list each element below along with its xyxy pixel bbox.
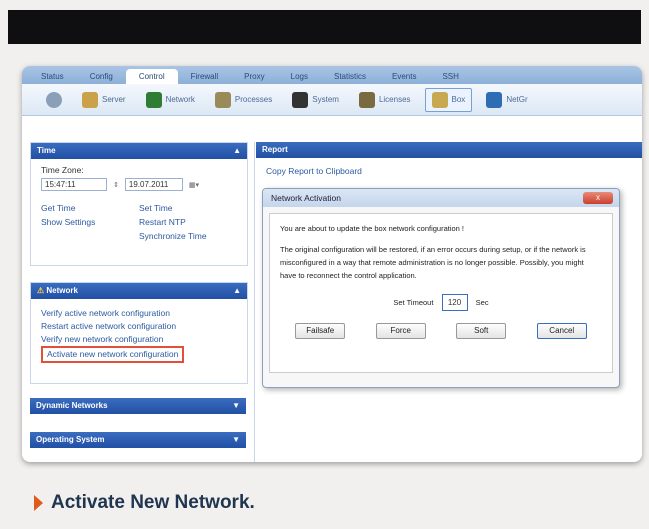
box-icon [431,91,448,108]
time-panel-header[interactable]: Time ▲ [31,143,247,159]
tab-control[interactable]: Control [125,69,178,84]
operating-system-header[interactable]: Operating System ▼ [30,432,246,448]
network-panel-header[interactable]: ⚠ Network ▲ [31,283,247,299]
show-settings-link[interactable]: Show Settings [41,217,139,227]
verify-active-network-link[interactable]: Verify active network configuration [41,307,237,320]
restart-active-network-link[interactable]: Restart active network configuration [41,320,237,333]
soft-button[interactable]: Soft [456,323,507,339]
set-time-link[interactable]: Set Time [139,203,237,213]
toolbar-server[interactable]: Server [76,89,132,111]
dialog-title: Network Activation [271,193,341,203]
nav-arrows-icon[interactable] [40,89,68,111]
copy-report-link[interactable]: Copy Report to Clipboard [266,166,362,176]
tab-events[interactable]: Events [379,69,429,84]
timeout-label: Set Timeout [393,298,434,307]
processes-icon [214,91,231,108]
time-spinner-icon[interactable]: ⇕ [113,181,119,189]
time-panel: Time ▲ Time Zone: 15:47:11 ⇕ 19.07.2011 ▦… [30,142,248,266]
expand-icon[interactable]: ▼ [232,432,240,448]
toolbar-processes[interactable]: Processes [209,89,278,111]
caption-arrow-icon [34,495,43,511]
synchronize-time-link[interactable]: Synchronize Time [139,231,237,241]
tab-status[interactable]: Status [28,69,77,84]
divider [254,142,255,462]
dialog-title-bar: Network Activation x [263,189,619,207]
top-black-bar [8,10,641,44]
licenses-icon [358,91,375,108]
tab-logs[interactable]: Logs [278,69,321,84]
toolbar-box[interactable]: Box [424,87,473,112]
tab-config[interactable]: Config [77,69,126,84]
dynamic-networks-header[interactable]: Dynamic Networks ▼ [30,398,246,414]
tab-statistics[interactable]: Statistics [321,69,379,84]
expand-icon[interactable]: ▼ [232,398,240,414]
caption: Activate New Network. [34,492,255,514]
toolbar: Server Network Processes System Licenses… [22,84,642,116]
timezone-label: Time Zone: [41,165,84,175]
cancel-button[interactable]: Cancel [536,323,587,339]
time-input[interactable]: 15:47:11 [41,178,107,191]
network-icon [145,91,162,108]
timeout-unit: Sec [475,298,489,307]
dialog-message-1: You are about to update the box network … [280,224,465,233]
toolbar-licenses[interactable]: Licenses [353,89,417,111]
caption-text: Activate New Network. [51,492,255,513]
network-activation-dialog: Network Activation x You are about to up… [262,188,620,388]
toolbar-system[interactable]: System [286,89,345,111]
dialog-message-2: The original configuration will be resto… [280,245,586,280]
force-button[interactable]: Force [375,323,426,339]
system-icon [292,91,309,108]
operating-system-panel: Operating System ▼ [30,432,246,448]
dynamic-networks-panel: Dynamic Networks ▼ [30,398,246,414]
restart-ntp-link[interactable]: Restart NTP [139,217,237,227]
toolbar-network[interactable]: Network [140,89,201,111]
netgr-icon [486,91,503,108]
dialog-body: You are about to update the box network … [269,213,613,373]
warning-icon: ⚠ [37,286,45,295]
activate-new-network-link[interactable]: Activate new network configuration [41,346,185,363]
failsafe-button[interactable]: Failsafe [295,323,346,339]
network-panel: ⚠ Network ▲ Verify active network configu… [30,282,248,384]
collapse-icon[interactable]: ▲ [233,143,241,159]
close-button[interactable]: x [583,192,613,204]
date-input[interactable]: 19.07.2011 [124,178,183,191]
tab-firewall[interactable]: Firewall [178,69,232,84]
toolbar-netgr[interactable]: NetGr [480,89,533,111]
tab-bar: Status Config Control Firewall Proxy Log… [22,66,642,84]
collapse-icon[interactable]: ▲ [233,283,241,299]
report-header: Report [256,142,642,158]
server-icon [82,91,98,108]
timeout-input[interactable]: 120 [441,294,468,311]
calendar-dropdown-icon[interactable]: ▦▾ [189,181,199,189]
get-time-link[interactable]: Get Time [41,203,139,213]
screenshot-window: Status Config Control Firewall Proxy Log… [22,66,642,462]
verify-new-network-link[interactable]: Verify new network configuration [41,333,237,346]
tab-ssh[interactable]: SSH [429,69,471,84]
tab-proxy[interactable]: Proxy [231,69,277,84]
